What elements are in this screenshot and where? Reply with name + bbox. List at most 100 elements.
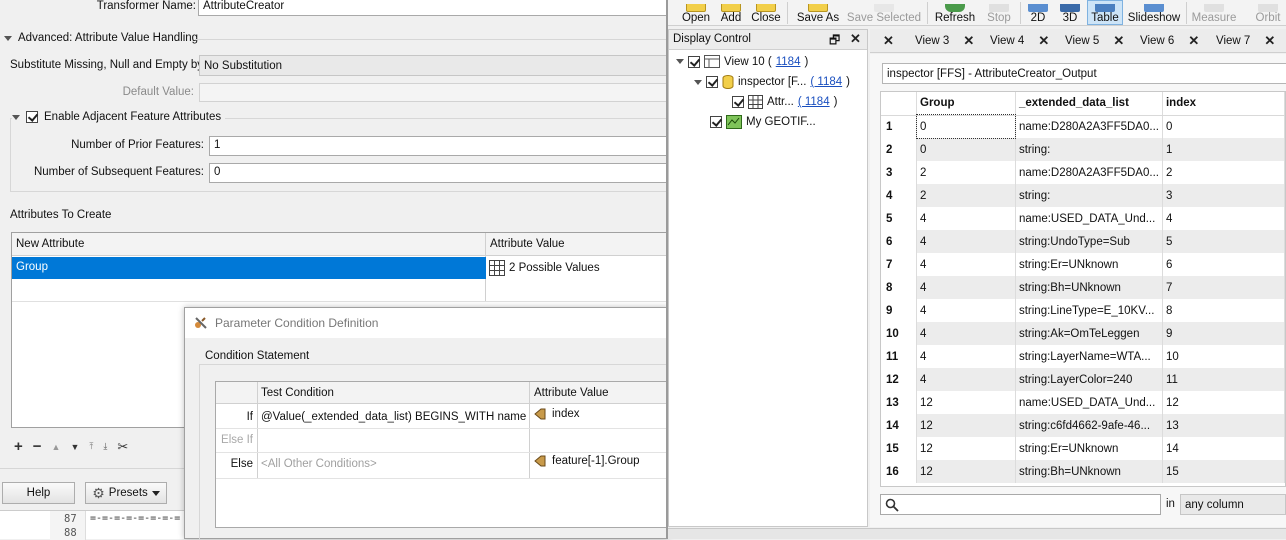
dialog-titlebar[interactable]: Parameter Condition Definition [185,308,667,338]
view-3d-button[interactable]: 3D [1058,0,1082,24]
move-down-icon[interactable]: ▼ [70,442,79,452]
tab-view-6[interactable]: View 6 ✕ [1140,33,1199,49]
tree-item-background-map[interactable]: My GEOTIF... [710,115,816,129]
table-row[interactable]: 7 4 string:Er=UNknown 6 [881,253,1285,276]
table-visible-checkbox[interactable] [732,96,744,108]
feature-count-link[interactable]: ( 1184 [810,76,842,88]
condition-table[interactable]: Test Condition Attribute Value If @Value… [215,381,668,528]
tree-item-attributes[interactable]: Attr... ( 1184 ) [732,95,837,109]
index-cell[interactable]: 9 [1162,322,1285,345]
column-header-extended-data-list[interactable]: _extended_data_list [1015,92,1163,116]
index-cell[interactable]: 11 [1162,368,1285,391]
group-cell[interactable]: 0 [915,114,1017,139]
index-cell[interactable]: 5 [1162,230,1285,253]
extended-data-cell[interactable]: string:UndoType=Sub [1015,230,1163,253]
tab-view-3[interactable]: View 3 ✕ [915,33,974,49]
extended-data-cell[interactable]: string:Er=UNknown [1015,253,1163,276]
close-tab-icon[interactable]: ✕ [1188,33,1199,49]
add-row-icon[interactable]: + [14,438,23,455]
save-selected-button[interactable]: Save Selected [847,0,921,24]
refresh-button[interactable]: Refresh [934,0,976,24]
feature-count-link[interactable]: ( 1184 [798,96,830,108]
index-cell[interactable]: 15 [1162,460,1285,483]
attribute-value-cell[interactable]: 2 Possible Values [487,257,667,279]
group-cell[interactable]: 4 [916,368,1016,391]
open-button[interactable]: Open [682,0,710,24]
presets-button[interactable]: ⚙ Presets [85,482,167,504]
close-tab-icon[interactable]: ✕ [963,33,974,49]
extended-data-cell[interactable]: string:LayerName=WTA... [1015,345,1163,368]
group-cell[interactable]: 2 [916,161,1016,184]
remove-row-icon[interactable]: − [33,438,42,455]
column-header-new-attribute[interactable]: New Attribute [16,238,84,250]
table-row[interactable]: 13 12 name:USED_DATA_Und... 12 [881,391,1285,414]
float-panel-icon[interactable]: 🗗 [829,31,840,52]
index-cell[interactable]: 2 [1162,161,1285,184]
table-row[interactable]: Group [12,257,486,279]
extended-data-cell[interactable]: name:USED_DATA_Und... [1015,207,1163,230]
advanced-section-header[interactable]: Advanced: Attribute Value Handling [4,32,198,44]
table-row[interactable]: 1 0 name:D280A2A3FF5DA0... 0 [881,114,1285,139]
table-row[interactable]: 5 4 name:USED_DATA_Und... 4 [881,207,1285,230]
table-row[interactable]: 12 4 string:LayerColor=240 11 [881,368,1285,391]
close-panel-icon[interactable]: ✕ [850,31,861,47]
index-cell[interactable]: 7 [1162,276,1285,299]
group-cell[interactable]: 12 [916,437,1016,460]
move-bottom-icon[interactable]: ⤓ [103,441,107,452]
column-header-test-condition[interactable]: Test Condition [261,387,334,399]
tree-item-view10[interactable]: View 10 ( 1184 ) [676,55,808,68]
index-cell[interactable]: 1 [1162,138,1285,161]
feature-count-link[interactable]: 1184 [776,56,801,68]
group-cell[interactable]: 12 [916,414,1016,437]
extended-data-cell[interactable]: string:LayerColor=240 [1015,368,1163,391]
table-row[interactable]: 8 4 string:Bh=UNknown 7 [881,276,1285,299]
extended-data-cell[interactable]: string:Bh=UNknown [1015,276,1163,299]
close-tab-icon[interactable]: ✕ [1113,33,1124,49]
attribute-value-cell[interactable]: feature[-1].Group [534,455,640,467]
table-row[interactable]: 15 12 string:Er=UNknown 14 [881,437,1285,460]
help-button[interactable]: Help [2,482,75,504]
search-field[interactable] [880,494,1161,515]
group-cell[interactable]: 0 [916,138,1016,161]
test-condition-cell[interactable]: @Value(_extended_data_list) BEGINS_WITH … [261,411,526,423]
extended-data-cell[interactable]: string:c6fd4662-9afe-46... [1015,414,1163,437]
substitute-select[interactable]: No Substitution [199,55,667,76]
subsequent-features-input[interactable]: 0 [209,163,667,183]
slideshow-button[interactable]: Slideshow [1128,0,1180,24]
extended-data-cell[interactable]: string: [1015,138,1163,161]
index-cell[interactable]: 13 [1162,414,1285,437]
table-row[interactable]: 11 4 string:LayerName=WTA... 10 [881,345,1285,368]
extended-data-cell[interactable]: string:Bh=UNknown [1015,460,1163,483]
table-row[interactable]: 3 2 name:D280A2A3FF5DA0... 2 [881,161,1285,184]
cut-icon[interactable]: ✂ [117,439,128,455]
move-top-icon[interactable]: ⤒ [89,441,93,452]
index-cell[interactable]: 10 [1162,345,1285,368]
tree-item-inspector[interactable]: inspector [F... ( 1184 ) [694,75,850,89]
group-cell[interactable]: 2 [916,184,1016,207]
group-cell[interactable]: 12 [916,460,1016,483]
table-source-select[interactable]: inspector [FFS] - AttributeCreator_Outpu… [882,63,1286,84]
extended-data-cell[interactable]: string:Er=UNknown [1015,437,1163,460]
extended-data-cell[interactable]: string:LineType=E_10KV... [1015,299,1163,322]
index-cell[interactable]: 0 [1162,115,1285,138]
view-visible-checkbox[interactable] [688,55,700,68]
extended-data-cell[interactable]: string: [1015,184,1163,207]
test-condition-cell[interactable]: <All Other Conditions> [261,458,377,470]
default-value-input[interactable] [199,83,667,102]
enable-adjacent-toggle[interactable]: Enable Adjacent Feature Attributes [12,111,226,123]
table-row[interactable]: 9 4 string:LineType=E_10KV... 8 [881,299,1285,322]
close-tab-icon[interactable]: ✕ [883,33,894,49]
move-up-icon[interactable]: ▲ [52,442,61,452]
table-row[interactable]: 2 0 string: 1 [881,138,1285,161]
extended-data-cell[interactable]: name:D280A2A3FF5DA0... [1015,115,1163,138]
search-column-select[interactable]: any column [1180,494,1286,515]
column-header-index[interactable]: index [1162,92,1285,116]
stop-button[interactable]: Stop [986,0,1012,24]
tab-view-5[interactable]: View 5 ✕ [1065,33,1124,49]
feature-data-table[interactable]: Group _extended_data_list index 1 0 name:D… [880,91,1286,487]
save-as-button[interactable]: Save As [796,0,840,24]
close-button[interactable]: Close [751,0,781,24]
index-cell[interactable]: 12 [1162,391,1285,414]
measure-button[interactable]: Measure [1192,0,1236,24]
table-view-button[interactable]: Table [1087,0,1123,25]
